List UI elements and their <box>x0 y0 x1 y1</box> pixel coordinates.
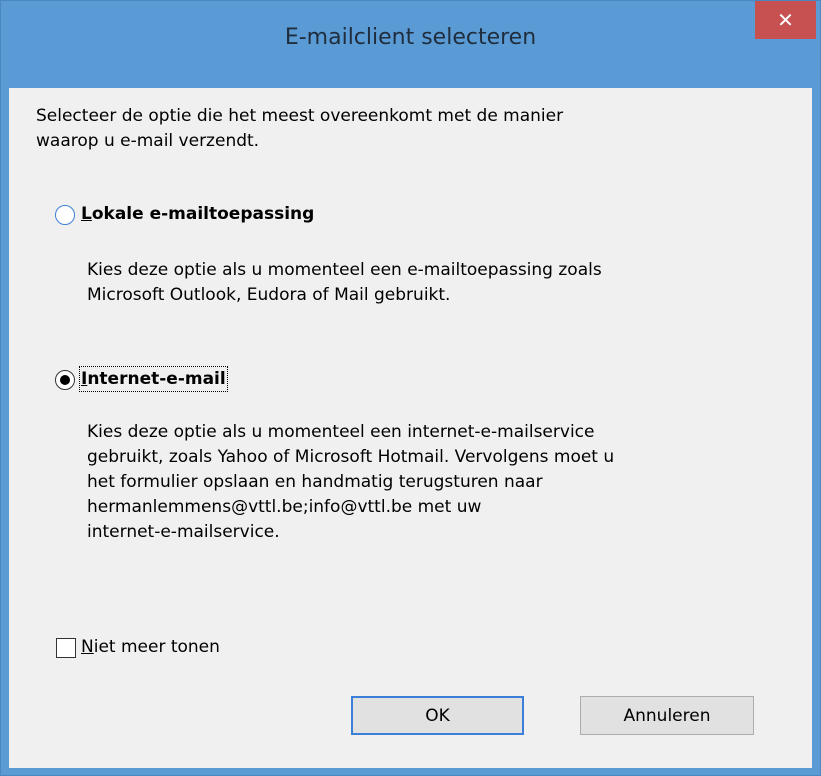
dont-show-again-checkbox[interactable] <box>56 638 76 658</box>
checkbox-label-text: iet meer tonen <box>93 637 220 657</box>
radio-local-email[interactable] <box>55 205 75 225</box>
intro-line: waarop u e-mail verzendt. <box>36 131 260 151</box>
description-line: hermanlemmens@vttl.be;info@vttl.be met u… <box>87 497 482 517</box>
description-line: Kies deze optie als u momenteel een e-ma… <box>87 260 602 280</box>
dialog-content: Selecteer de optie die het meest overeen… <box>9 88 812 768</box>
mnemonic-l: L <box>81 204 92 224</box>
description-line: het formulier opslaan en handmatig terug… <box>87 472 543 492</box>
option-description-internet: Kies deze optie als u momenteel een inte… <box>87 420 727 545</box>
close-icon: ✕ <box>777 8 794 32</box>
option-description-local: Kies deze optie als u momenteel een e-ma… <box>87 258 727 308</box>
dialog-window: E-mailclient selecteren ✕ Selecteer de o… <box>0 0 821 776</box>
intro-line: Selecteer de optie die het meest overeen… <box>36 106 564 126</box>
description-line: gebruikt, zoals Yahoo of Microsoft Hotma… <box>87 447 615 467</box>
radio-label-internet-email[interactable]: Internet-e-mail <box>79 366 228 392</box>
radio-label-text: nternet-e-mail <box>87 369 226 389</box>
mnemonic-n: N <box>81 637 94 657</box>
ok-button[interactable]: OK <box>351 696 524 735</box>
title-bar[interactable]: E-mailclient selecteren ✕ <box>1 1 820 88</box>
dont-show-again-label[interactable]: Niet meer tonen <box>81 636 220 658</box>
radio-label-local-email[interactable]: Lokale e-mailtoepassing <box>81 203 314 225</box>
intro-text: Selecteer de optie die het meest overeen… <box>36 104 676 154</box>
radio-internet-email[interactable] <box>55 370 75 390</box>
description-line: internet-e-mailservice. <box>87 522 280 542</box>
window-title: E-mailclient selecteren <box>284 25 537 50</box>
description-line: Kies deze optie als u momenteel een inte… <box>87 422 595 442</box>
description-line: Microsoft Outlook, Eudora of Mail gebrui… <box>87 285 451 305</box>
cancel-button[interactable]: Annuleren <box>580 696 754 735</box>
radio-label-text: okale e-mailtoepassing <box>91 204 315 224</box>
close-button[interactable]: ✕ <box>755 1 816 39</box>
